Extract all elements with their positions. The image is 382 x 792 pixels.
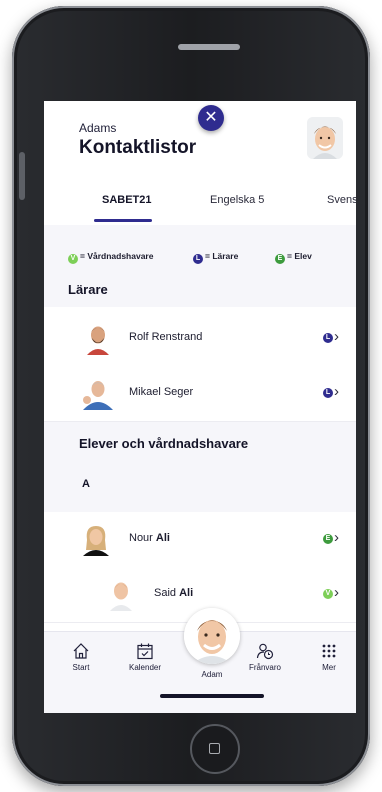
teacher-badge-icon: L (193, 254, 203, 264)
legend-area: V = Vårdnadshavare L = Lärare E = Elev Lära… (44, 225, 356, 307)
contact-last-name: Ali (155, 532, 170, 544)
legend-teacher-label: = Lärare (205, 251, 239, 261)
guardian-badge-icon: V (323, 589, 333, 599)
person-clock-icon (256, 643, 274, 660)
contact-avatar (87, 326, 109, 355)
bottom-tab-bar: Start Kalender Adam Frånvaro Mer (44, 608, 356, 713)
teachers-heading: Lärare (68, 282, 108, 297)
contact-avatar (83, 381, 113, 410)
house-icon (73, 643, 89, 659)
phone-frame: Adams Kontaktlistor ✕ SABET21 Engelska 5… (12, 6, 370, 786)
nav-calendar[interactable]: Kalender (120, 642, 170, 672)
speaker-grille (178, 44, 240, 50)
nav-profile-avatar[interactable] (184, 608, 240, 664)
tab-engelska-5[interactable]: Engelska 5 (210, 194, 264, 206)
contact-name: Nour Ali (129, 532, 170, 544)
active-tab-indicator (94, 219, 152, 222)
tab-svenska[interactable]: Svens (327, 194, 356, 206)
close-icon: ✕ (204, 109, 218, 126)
tab-bar: SABET21 Engelska 5 Svens (44, 179, 356, 226)
nav-start-label: Start (72, 663, 90, 672)
group-letter: A (82, 478, 90, 490)
guardian-badge-icon: V (68, 254, 78, 264)
contact-row-mikael[interactable]: Mikael Seger L › (44, 366, 356, 422)
avatar (184, 608, 240, 664)
contact-first-name: Said (154, 587, 177, 599)
nav-start[interactable]: Start (56, 642, 106, 672)
students-heading-area: Elever och vårdnadshavare A (44, 422, 356, 512)
student-badge-icon: E (323, 534, 333, 544)
chevron-right-icon: › (334, 383, 339, 400)
grid-dots-icon (322, 644, 336, 658)
contact-row-rolf[interactable]: Rolf Renstrand L › (44, 311, 356, 367)
nav-calendar-label: Kalender (128, 663, 162, 672)
close-button[interactable]: ✕ (198, 105, 224, 131)
tab-sabet21[interactable]: SABET21 (102, 194, 152, 206)
contact-name: Said Ali (154, 587, 193, 599)
home-indicator[interactable] (160, 694, 264, 698)
contact-name: Mikael Seger (129, 386, 194, 398)
contact-first-name: Nour (129, 532, 153, 544)
profile-avatar[interactable] (307, 117, 343, 159)
nav-more[interactable]: Mer (304, 642, 354, 672)
contact-last-name: Ali (179, 587, 194, 599)
legend-guardian-label: = Vårdnadshavare (80, 251, 154, 261)
teacher-badge-icon: L (323, 333, 333, 343)
teacher-badge-icon: L (323, 388, 333, 398)
nav-more-label: Mer (322, 663, 336, 672)
contact-name: Rolf Renstrand (129, 331, 203, 343)
students-heading: Elever och vårdnadshavare (79, 436, 249, 451)
legend-student-label: = Elev (287, 251, 312, 261)
chevron-right-icon: › (334, 584, 339, 601)
header: Adams Kontaktlistor ✕ (44, 101, 356, 173)
side-button (19, 152, 25, 200)
nav-absence-label: Frånvaro (248, 663, 281, 672)
square-icon (209, 743, 220, 754)
contact-avatar (110, 582, 132, 611)
student-badge-icon: E (275, 254, 285, 264)
contact-avatar (83, 526, 109, 556)
nav-absence[interactable]: Frånvaro (240, 642, 290, 672)
calendar-icon (137, 643, 153, 660)
chevron-right-icon: › (334, 328, 339, 345)
chevron-right-icon: › (334, 529, 339, 546)
home-button[interactable] (190, 724, 240, 774)
nav-center-label: Adam (201, 670, 223, 679)
header-subtitle: Adams (79, 121, 117, 135)
contact-row-nour[interactable]: Nour Ali E › (44, 512, 356, 568)
app-screen: Adams Kontaktlistor ✕ SABET21 Engelska 5… (44, 101, 356, 713)
page-title: Kontaktlistor (79, 137, 197, 158)
